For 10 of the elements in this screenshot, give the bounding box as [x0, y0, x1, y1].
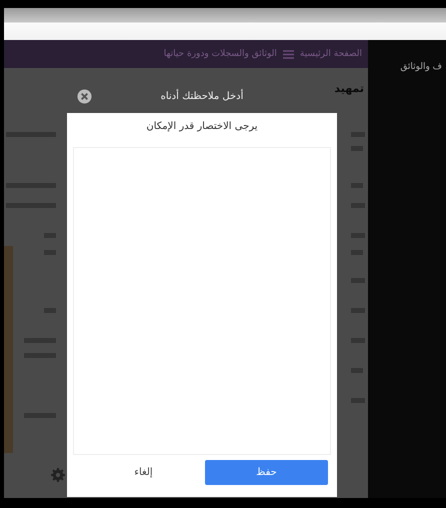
- page-heading: تمهيد: [334, 82, 364, 95]
- home-link[interactable]: الصفحة الرئيسية: [300, 49, 362, 59]
- section-title: الوثائق والسجلات ودورة حياتها: [164, 49, 277, 59]
- gear-icon[interactable]: [51, 468, 65, 482]
- save-button[interactable]: حفظ: [205, 460, 328, 485]
- menu-icon[interactable]: [282, 50, 294, 58]
- side-panel-title: ف والوثائق: [400, 62, 442, 72]
- dialog-subtitle: يرجى الاختصار قدر الإمكان: [145, 120, 259, 134]
- dialog-title: أدخل ملاحظتك أدناه: [160, 91, 244, 102]
- close-icon[interactable]: [77, 89, 92, 104]
